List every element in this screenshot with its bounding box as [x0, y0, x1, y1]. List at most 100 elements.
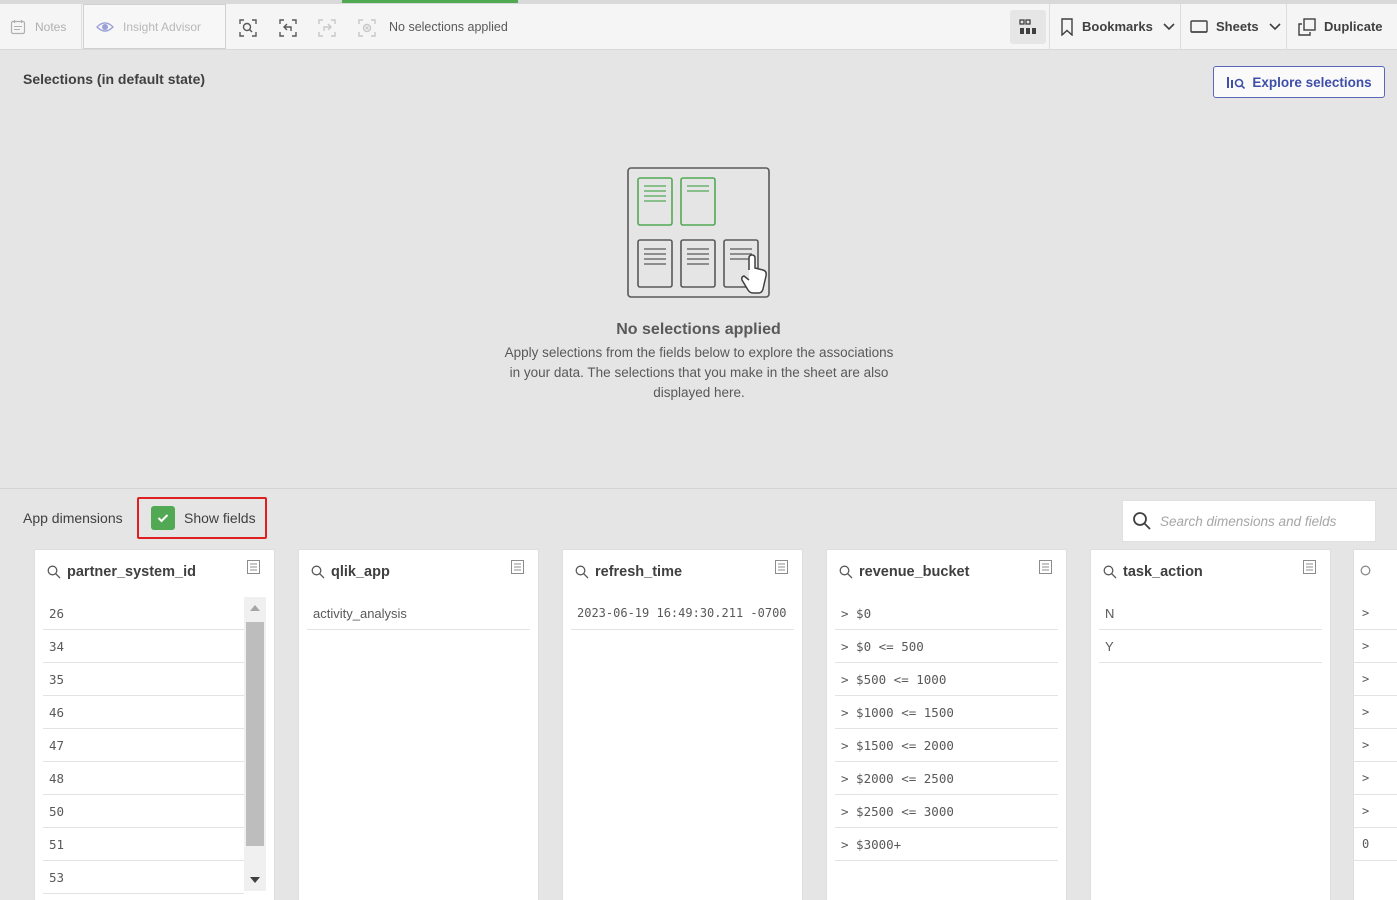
empty-state-title: No selections applied [616, 321, 781, 338]
search-icon [311, 565, 325, 579]
scroll-up-arrow-icon[interactable] [244, 597, 266, 619]
sheets-button[interactable]: Sheets [1190, 4, 1289, 49]
list-item[interactable]: > $2000 <= 2500 [835, 762, 1058, 795]
field-values-list: 2023-06-19 16:49:30.211 -0700 [571, 597, 794, 630]
search-icon [575, 565, 589, 579]
toolbar-divider [1049, 4, 1050, 49]
list-item[interactable]: 47 [43, 729, 244, 762]
field-card-header[interactable]: task_action [1091, 550, 1330, 594]
field-card-refresh-time: refresh_time 2023-06-19 16:49:30.211 -07… [562, 549, 803, 900]
field-menu-icon[interactable] [775, 560, 788, 574]
toolbar: Notes Insight Advisor No selections appl… [0, 0, 1397, 50]
search-icon [1360, 565, 1371, 576]
selections-title: Selections (in default state) [23, 71, 206, 87]
show-fields-toggle[interactable]: Show fields [137, 497, 267, 539]
list-item[interactable]: 2023-06-19 16:49:30.211 -0700 [571, 597, 794, 630]
list-item[interactable]: > $500 <= 1000 [835, 663, 1058, 696]
insight-advisor-icon [96, 21, 114, 32]
checkbox-checked-icon[interactable] [151, 506, 175, 530]
list-item[interactable]: N [1099, 597, 1322, 630]
field-menu-icon[interactable] [247, 560, 260, 574]
list-item[interactable]: activity_analysis [307, 597, 530, 630]
list-item[interactable]: 53 [43, 861, 244, 894]
field-values-list: > > > > > > > 0 [1354, 597, 1397, 861]
list-item[interactable]: 50 [43, 795, 244, 828]
smart-search-icon[interactable] [238, 18, 258, 38]
bookmark-icon [1061, 17, 1073, 36]
search-icon [1133, 512, 1151, 530]
field-card-header[interactable] [1354, 550, 1397, 594]
sheets-label: Sheets [1216, 19, 1259, 34]
active-tab-indicator [342, 0, 518, 3]
step-back-icon[interactable] [278, 18, 298, 38]
field-name: refresh_time [595, 564, 683, 580]
list-item[interactable]: 48 [43, 762, 244, 795]
search-icon [1103, 565, 1117, 579]
scroll-down-arrow-icon[interactable] [244, 869, 266, 891]
bookmarks-label: Bookmarks [1082, 19, 1153, 34]
search-dimensions-input[interactable] [1160, 513, 1360, 529]
field-card-header[interactable]: revenue_bucket [827, 550, 1066, 594]
scroll-thumb[interactable] [246, 622, 264, 846]
field-name: revenue_bucket [859, 564, 970, 580]
show-fields-label: Show fields [184, 510, 256, 526]
selections-grid-button[interactable] [1010, 10, 1046, 44]
list-item[interactable]: 51 [43, 828, 244, 861]
list-item[interactable]: > [1354, 630, 1397, 663]
list-item[interactable]: > [1354, 795, 1397, 828]
dimension-search-box[interactable] [1122, 500, 1376, 542]
list-item[interactable]: > $1500 <= 2000 [835, 729, 1058, 762]
scrollbar[interactable] [244, 597, 266, 891]
field-card-partner-system-id: partner_system_id 26 34 35 46 47 48 50 5… [34, 549, 275, 900]
empty-selections-illustration [627, 167, 770, 298]
field-card-task-action: task_action N Y [1090, 549, 1331, 900]
insight-advisor-button[interactable]: Insight Advisor [83, 4, 226, 49]
step-forward-icon[interactable] [317, 18, 337, 38]
list-item[interactable]: Y [1099, 630, 1322, 663]
notes-icon [10, 19, 26, 34]
list-item[interactable]: > [1354, 729, 1397, 762]
list-item[interactable]: > $1000 <= 1500 [835, 696, 1058, 729]
field-values-list: N Y [1099, 597, 1322, 663]
list-item[interactable]: > [1354, 762, 1397, 795]
field-values-list: > $0 > $0 <= 500 > $500 <= 1000 > $1000 … [835, 597, 1058, 861]
list-item[interactable]: > [1354, 696, 1397, 729]
list-item[interactable]: 46 [43, 696, 244, 729]
list-item[interactable]: > $3000+ [835, 828, 1058, 861]
list-item[interactable]: 0 [1354, 828, 1397, 861]
list-item[interactable]: 34 [43, 630, 244, 663]
toolbar-divider [1286, 4, 1287, 49]
duplicate-icon [1298, 17, 1316, 36]
bookmarks-button[interactable]: Bookmarks [1060, 4, 1183, 49]
field-values-list: activity_analysis [307, 597, 530, 630]
notes-button[interactable]: Notes [0, 4, 82, 49]
field-card-header[interactable]: qlik_app [299, 550, 538, 594]
explore-icon [1227, 77, 1246, 89]
explore-selections-label: Explore selections [1252, 74, 1372, 90]
field-menu-icon[interactable] [511, 560, 524, 574]
field-name: qlik_app [331, 564, 390, 580]
explore-selections-button[interactable]: Explore selections [1213, 66, 1385, 98]
list-item[interactable]: 26 [43, 597, 244, 630]
field-menu-icon[interactable] [1303, 560, 1316, 574]
list-item[interactable]: > $2500 <= 3000 [835, 795, 1058, 828]
clear-selections-icon[interactable] [357, 18, 377, 38]
list-item[interactable]: > $0 [835, 597, 1058, 630]
grid-icon [1019, 19, 1036, 34]
duplicate-button[interactable]: Duplicate [1298, 4, 1383, 49]
list-item[interactable]: 35 [43, 663, 244, 696]
field-card-partial: > > > > > > > 0 [1353, 549, 1397, 900]
list-item[interactable]: > $0 <= 500 [835, 630, 1058, 663]
duplicate-label: Duplicate [1324, 19, 1383, 34]
chevron-down-icon [1163, 22, 1175, 30]
field-card-header[interactable]: partner_system_id [35, 550, 274, 594]
no-selections-status: No selections applied [389, 19, 508, 34]
search-icon [839, 565, 853, 579]
list-item[interactable]: > [1354, 597, 1397, 630]
search-icon [47, 565, 61, 579]
field-menu-icon[interactable] [1039, 560, 1052, 574]
list-item[interactable]: > [1354, 663, 1397, 696]
field-card-revenue-bucket: revenue_bucket > $0 > $0 <= 500 > $500 <… [826, 549, 1067, 900]
field-card-header[interactable]: refresh_time [563, 550, 802, 594]
app-dimensions-label: App dimensions [23, 510, 123, 526]
